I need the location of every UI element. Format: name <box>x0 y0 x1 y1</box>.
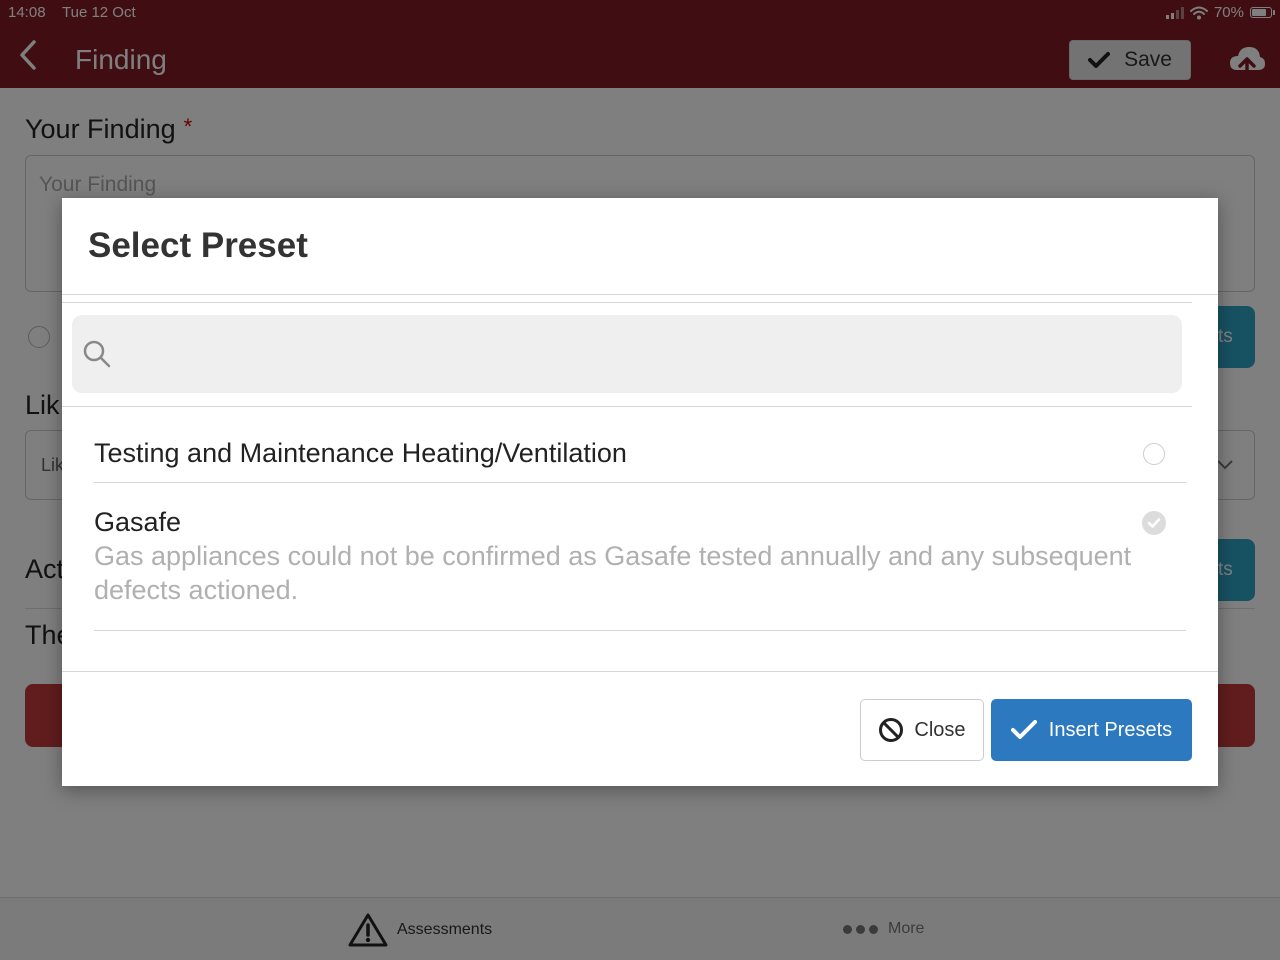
close-button-label: Close <box>914 718 966 741</box>
modal-title: Select Preset <box>88 226 308 265</box>
prohibited-icon <box>879 718 904 742</box>
search-bottom-divider <box>62 406 1192 407</box>
checkmark-icon <box>1010 720 1037 739</box>
preset-radio-unselected[interactable] <box>1143 443 1165 465</box>
preset-name: Testing and Maintenance Heating/Ventilat… <box>94 438 627 468</box>
preset-item-gasafe[interactable]: Gasafe Gas appliances could not be confi… <box>94 482 1186 631</box>
preset-radio-selected[interactable] <box>1142 511 1166 535</box>
search-top-divider <box>62 302 1192 303</box>
insert-presets-label: Insert Presets <box>1048 718 1173 741</box>
preset-search-input[interactable] <box>72 315 1182 393</box>
select-preset-modal: Select Preset Testing and Maintenance He… <box>62 198 1218 786</box>
insert-presets-button[interactable]: Insert Presets <box>991 699 1192 761</box>
modal-header-divider <box>62 294 1218 295</box>
modal-footer-divider <box>62 671 1218 672</box>
checkmark-icon <box>1147 518 1161 528</box>
preset-name: Gasafe <box>94 507 182 537</box>
preset-description: Gas appliances could not be confirmed as… <box>94 541 1132 605</box>
preset-item-testing-maintenance[interactable]: Testing and Maintenance Heating/Ventilat… <box>94 420 1186 483</box>
close-button[interactable]: Close <box>860 699 984 761</box>
search-icon <box>83 340 111 368</box>
